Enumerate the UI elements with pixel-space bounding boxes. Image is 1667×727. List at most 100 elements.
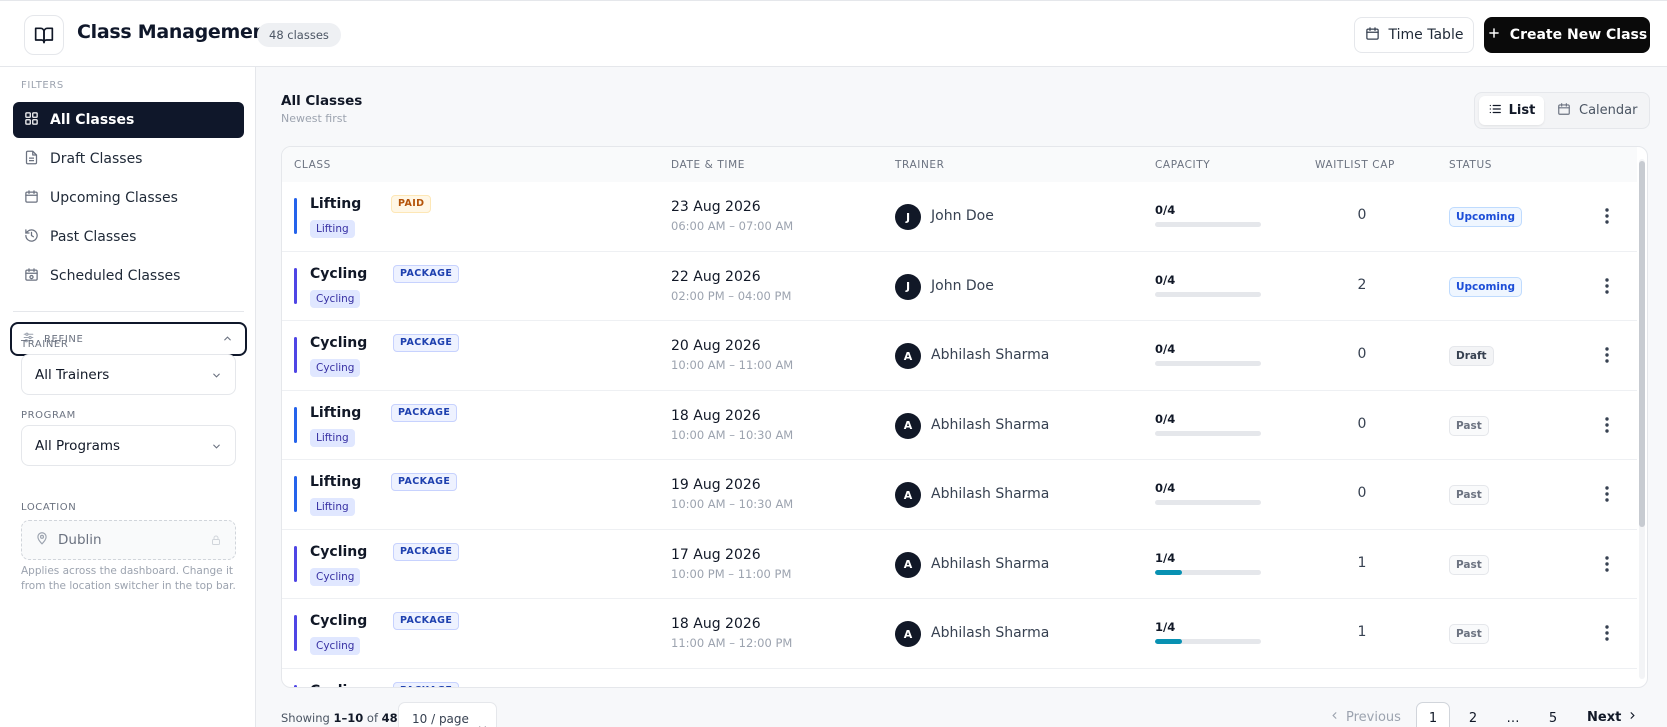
more-vertical-icon[interactable] <box>1599 552 1615 576</box>
history-icon <box>24 228 39 247</box>
class-time: 06:00 AM – 07:00 AM <box>671 219 794 233</box>
location-hint: Applies across the dashboard. Change it … <box>21 565 236 592</box>
column-header-date-time: DATE & TIME <box>671 159 745 171</box>
page-button-2[interactable]: 2 <box>1456 702 1490 727</box>
class-name[interactable]: Cycling <box>310 613 367 629</box>
sidebar-item-scheduled-classes[interactable]: Scheduled Classes <box>13 258 244 294</box>
calendar-view-button[interactable]: Calendar <box>1557 96 1637 125</box>
class-name[interactable]: Cycling <box>310 544 367 560</box>
capacity-bar <box>1155 569 1261 575</box>
more-vertical-icon[interactable] <box>1599 482 1615 506</box>
status-badge: Upcoming <box>1449 207 1523 227</box>
chevron-right-icon <box>1627 710 1638 725</box>
capacity-value: 0/4 <box>1155 481 1176 495</box>
more-vertical-icon[interactable] <box>1599 274 1615 298</box>
class-name[interactable]: Cycling <box>310 335 367 351</box>
sort-subtitle: Newest first <box>281 112 347 125</box>
program-select-value: All Programs <box>35 437 121 454</box>
capacity-bar <box>1155 500 1261 505</box>
payment-type-badge: PACKAGE <box>393 612 460 630</box>
table-body: Lifting PAID Lifting 23 Aug 2026 06:00 AM – … <box>282 182 1637 688</box>
calendar-icon <box>1365 26 1380 45</box>
payment-type-badge: PACKAGE <box>393 264 460 283</box>
trainer-name: John Doe <box>931 208 994 224</box>
class-name[interactable]: Lifting <box>310 196 361 212</box>
more-vertical-icon[interactable] <box>1599 413 1615 437</box>
sidebar-item-label: Upcoming Classes <box>50 190 178 206</box>
capacity-bar-fill <box>1155 639 1182 644</box>
class-date: 18 Aug 2026 <box>671 407 761 424</box>
class-color-bar <box>294 337 297 373</box>
class-name[interactable]: Lifting <box>310 405 361 421</box>
payment-type-badge: PACKAGE <box>393 542 460 561</box>
location-value: Dublin <box>58 532 102 548</box>
waitlist-cap-value: 0 <box>1357 415 1367 432</box>
calendar-icon <box>1557 102 1571 120</box>
create-new-class-button[interactable]: Create New Class <box>1484 17 1650 53</box>
program-select[interactable]: All Programs <box>21 425 236 466</box>
table-row[interactable]: Lifting PACKAGE Lifting 19 Aug 2026 10:00 AM… <box>282 460 1637 530</box>
program-tag: Lifting <box>310 498 355 516</box>
table-row[interactable]: Lifting PAID Lifting 23 Aug 2026 06:00 AM – … <box>282 182 1637 252</box>
sidebar-item-draft-classes[interactable]: Draft Classes <box>13 141 244 177</box>
trainer-filter-label: TRAINER <box>21 339 69 350</box>
payment-type-badge: PACKAGE <box>391 403 458 422</box>
next-label: Next <box>1587 710 1622 725</box>
column-header-status: STATUS <box>1449 159 1492 171</box>
previous-label: Previous <box>1346 710 1401 725</box>
chevron-down-icon <box>211 440 222 456</box>
waitlist-cap-value: 1 <box>1357 624 1367 640</box>
column-header-class: CLASS <box>294 159 331 171</box>
page-button-1[interactable]: 1 <box>1416 702 1450 727</box>
class-name[interactable]: Cycling <box>310 266 367 282</box>
calendar-icon <box>24 189 39 208</box>
book-icon[interactable] <box>24 15 64 55</box>
capacity-bar <box>1155 430 1261 436</box>
showing-range: 1–10 <box>333 711 364 725</box>
table-row[interactable]: CyclingPACKAGECycling <box>282 669 1637 688</box>
class-color-bar <box>294 615 297 651</box>
more-vertical-icon[interactable] <box>1599 343 1615 367</box>
table-row[interactable]: Cycling PACKAGE Cycling 22 Aug 2026 02:00 PM… <box>282 252 1637 321</box>
previous-page-button[interactable]: Previous <box>1329 710 1401 725</box>
more-vertical-icon[interactable] <box>1599 621 1615 645</box>
table-row[interactable]: Cycling PACKAGE Cycling 20 Aug 2026 10:00 AM… <box>282 321 1637 391</box>
class-date: 19 Aug 2026 <box>671 477 761 493</box>
trainer-name: Abhilash Sharma <box>931 625 1050 641</box>
page-button-5[interactable]: 5 <box>1536 702 1570 727</box>
table-scrollbar-thumb[interactable] <box>1639 161 1645 527</box>
showing-summary: Showing 1–10 of 48 <box>281 711 398 725</box>
page-ellipsis: … <box>1506 710 1520 726</box>
sidebar-item-upcoming-classes[interactable]: Upcoming Classes <box>13 180 244 216</box>
time-table-button[interactable]: Time Table <box>1354 17 1474 53</box>
next-page-button[interactable]: Next <box>1587 710 1638 725</box>
table-row[interactable]: Cycling PACKAGE Cycling 18 Aug 2026 11:00 AM… <box>282 599 1637 669</box>
view-toggle: List Calendar <box>1474 92 1650 129</box>
class-name[interactable]: Lifting <box>310 474 361 490</box>
capacity-bar <box>1155 291 1261 297</box>
sidebar-item-label: Scheduled Classes <box>50 268 181 284</box>
class-color-bar <box>294 406 297 443</box>
list-view-button[interactable]: List <box>1479 96 1544 125</box>
payment-type-badge: PACKAGE <box>391 473 458 491</box>
table-row[interactable]: Cycling PACKAGE Cycling 17 Aug 2026 10:00 PM… <box>282 530 1637 599</box>
capacity-value: 1/4 <box>1155 620 1176 634</box>
class-date: 20 Aug 2026 <box>671 338 761 354</box>
class-name[interactable]: Cycling <box>310 683 367 688</box>
status-badge: Past <box>1449 485 1489 505</box>
chevron-left-icon <box>1329 710 1340 725</box>
capacity-value: 0/4 <box>1155 203 1176 217</box>
table-row[interactable]: Lifting PACKAGE Lifting 18 Aug 2026 10:00 AM… <box>282 391 1637 460</box>
sidebar-item-past-classes[interactable]: Past Classes <box>13 219 244 255</box>
per-page-select[interactable]: 10 / page <box>398 702 497 727</box>
top-bar: Class Management 48 classes Time Table C… <box>0 0 1667 67</box>
more-vertical-icon[interactable] <box>1599 204 1615 228</box>
trainer-name: Abhilash Sharma <box>931 555 1050 572</box>
showing-prefix: Showing <box>281 711 330 725</box>
waitlist-cap-value: 0 <box>1357 485 1367 501</box>
class-color-bar <box>294 198 297 234</box>
avatar: A <box>895 482 921 508</box>
trainer-select[interactable]: All Trainers <box>21 354 236 395</box>
program-tag: Lifting <box>310 220 355 238</box>
sidebar-item-all-classes[interactable]: All Classes <box>13 102 244 138</box>
